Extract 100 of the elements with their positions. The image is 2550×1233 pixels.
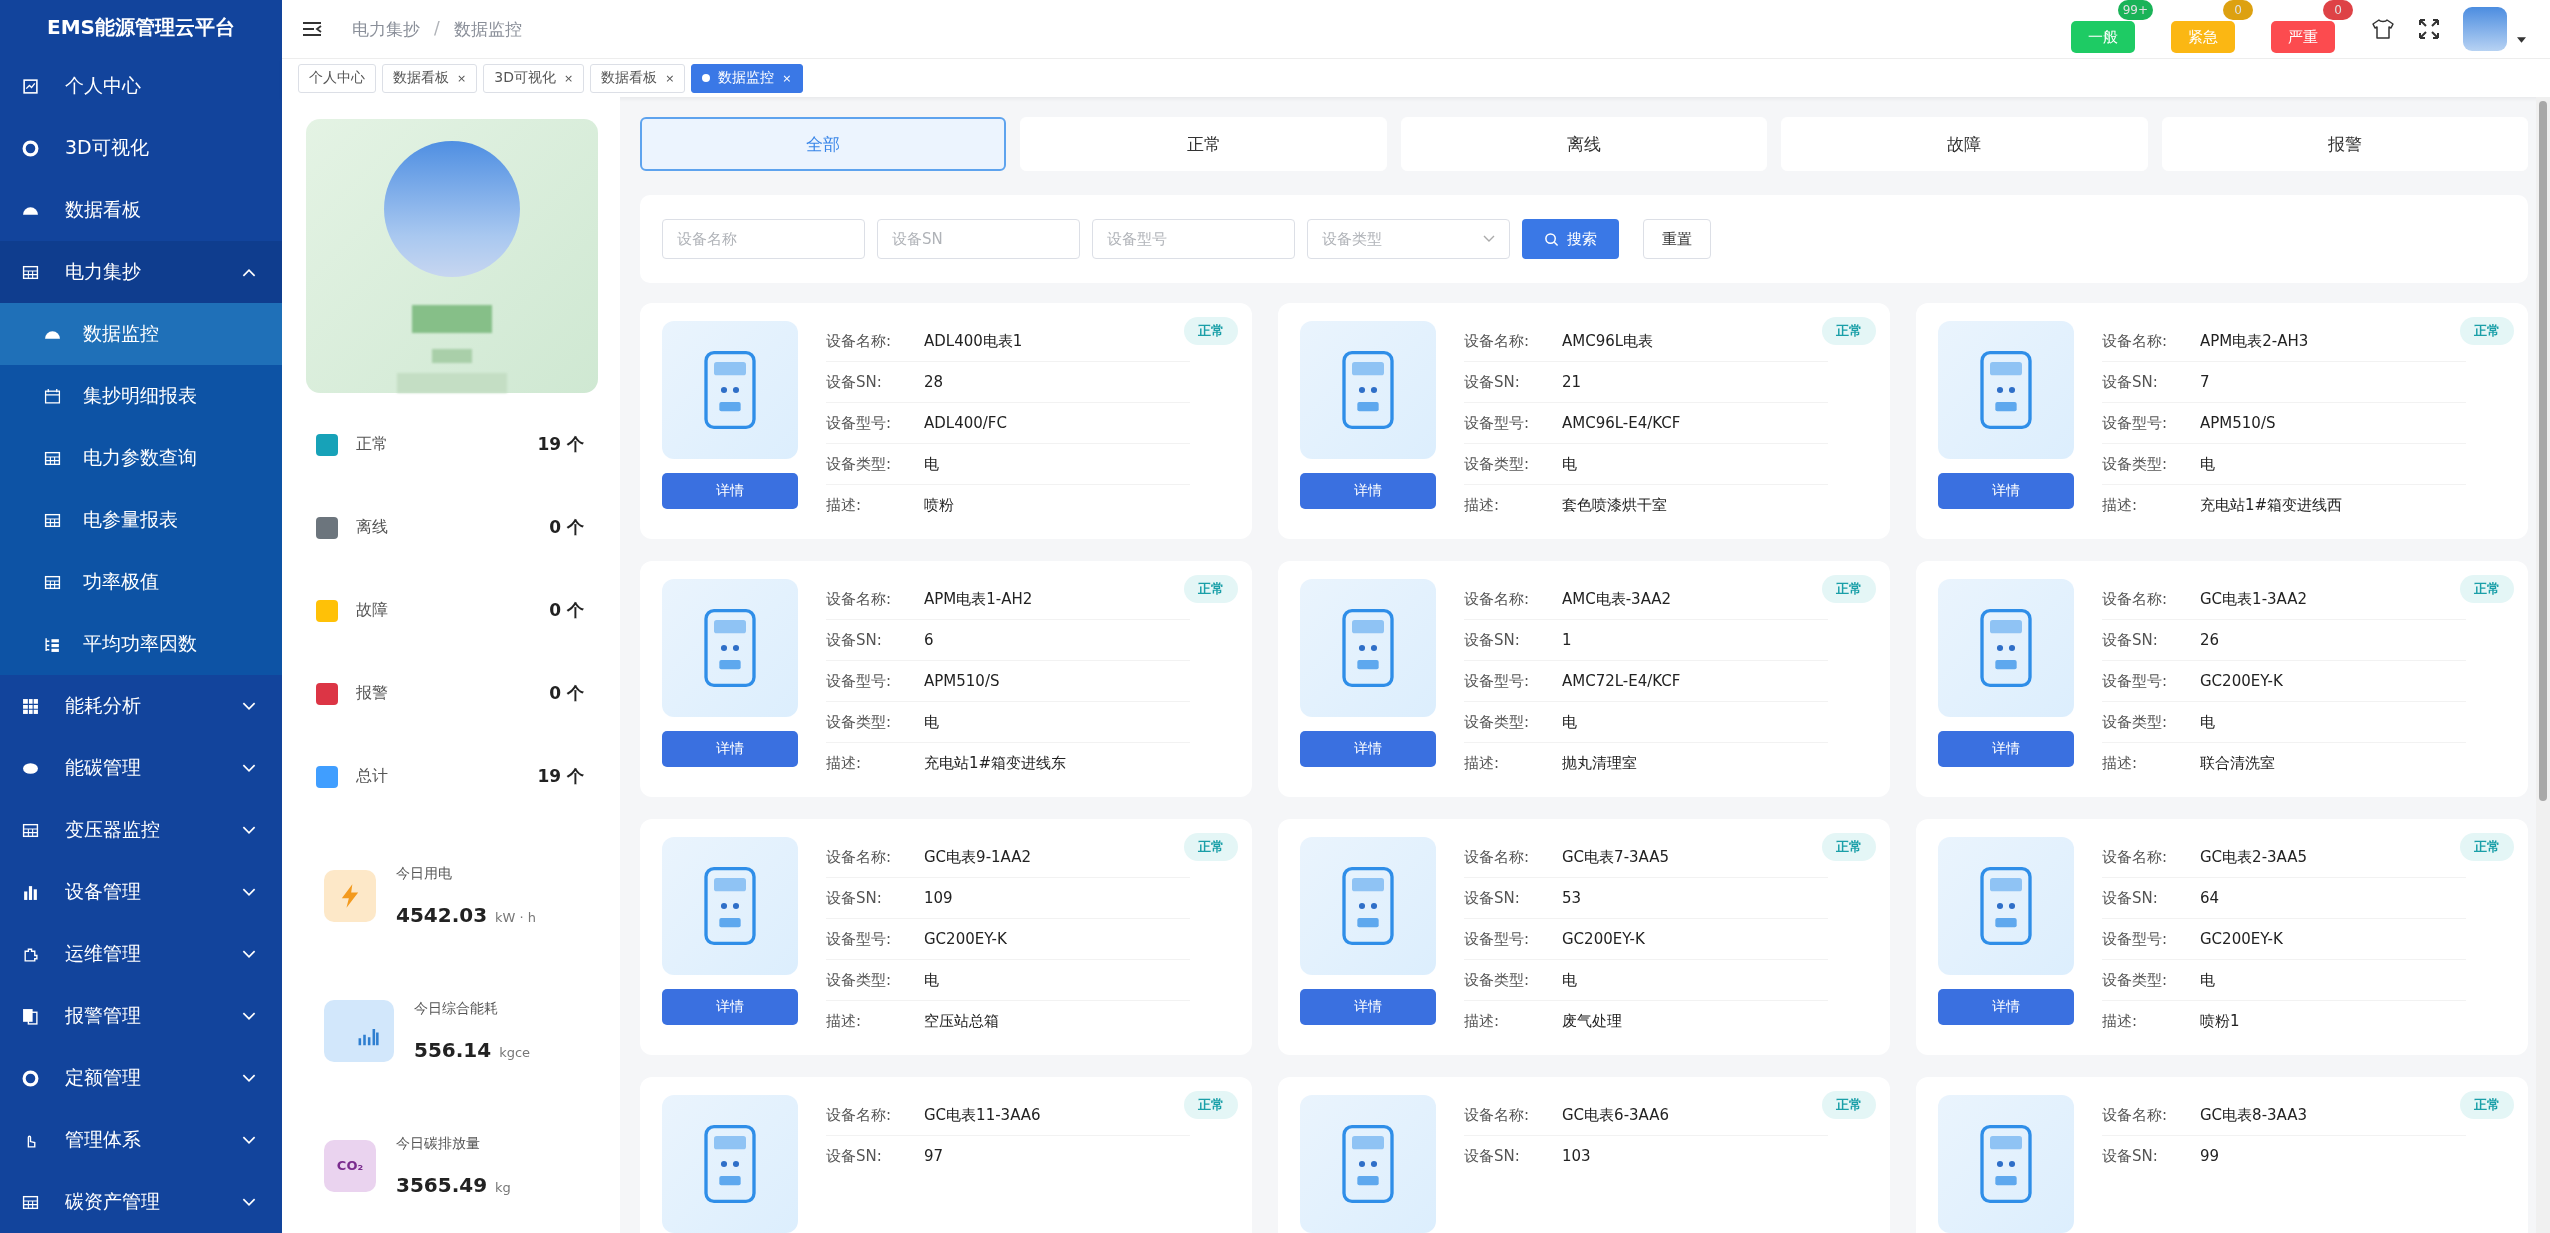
details-button[interactable]: 详情: [1300, 731, 1436, 767]
menu-icon[interactable]: [302, 21, 322, 37]
fullscreen-icon[interactable]: [2417, 17, 2441, 41]
page-tab[interactable]: 个人中心: [298, 63, 376, 93]
shirt-icon[interactable]: [2371, 17, 2395, 41]
text-field[interactable]: 设备型号: [1092, 219, 1295, 259]
table-icon: [22, 1193, 39, 1211]
details-button[interactable]: 详情: [662, 731, 798, 767]
field-value: AMC96L-E4/KCF: [1562, 414, 1681, 432]
field-label: 设备SN:: [1464, 888, 1521, 908]
sidebar-item[interactable]: 碳资产管理: [0, 1171, 282, 1233]
sidebar-item[interactable]: 电力集抄: [0, 241, 282, 303]
active-dot-icon: [702, 74, 711, 82]
lightning-icon: [324, 869, 376, 922]
close-tab-button[interactable]: ×: [563, 71, 574, 85]
field-value: 21: [1562, 373, 1582, 391]
sidebar-item[interactable]: 能碳管理: [0, 737, 282, 799]
search-icon: [1544, 231, 1559, 247]
field-value: 充电站1#箱变进线西: [2200, 495, 2343, 515]
details-button[interactable]: 详情: [1938, 731, 2074, 767]
count-badge: 99+: [2117, 0, 2153, 20]
text-field[interactable]: 设备名称: [662, 219, 865, 259]
meter-icon: [1341, 1124, 1395, 1204]
scrollbar[interactable]: [2536, 97, 2550, 1233]
sidebar-subitem[interactable]: 电力参数查询: [0, 427, 282, 489]
details-button[interactable]: 详情: [1300, 989, 1436, 1025]
field-value: 28: [924, 373, 944, 391]
status-filter-tab[interactable]: 离线: [1400, 117, 1768, 171]
caret-icon[interactable]: [2517, 37, 2526, 43]
sidebar-item[interactable]: 能耗分析: [0, 675, 282, 737]
details-button[interactable]: 详情: [1938, 473, 2074, 509]
chevron-down-icon: [242, 701, 256, 711]
field-value: 电: [2200, 454, 2215, 474]
sidebar-subitem[interactable]: 集抄明细报表: [0, 365, 282, 427]
status-filter-tab[interactable]: 正常: [1020, 117, 1387, 171]
field-value: AMC72L-E4/KCF: [1562, 672, 1681, 690]
energy-unit: kgce: [499, 1044, 531, 1060]
page-tab[interactable]: 数据看板 ×: [590, 63, 686, 93]
sidebar-item[interactable]: 报警管理: [0, 985, 282, 1047]
breadcrumb-separator: /: [434, 17, 440, 40]
text-field[interactable]: 设备SN: [877, 219, 1080, 259]
sidebar-item[interactable]: 管理体系: [0, 1109, 282, 1171]
close-tab-button[interactable]: ×: [782, 71, 792, 85]
sidebar-item[interactable]: 运维管理: [0, 923, 282, 985]
chevron-down-icon: [242, 1197, 256, 1207]
sidebar-item[interactable]: 定额管理: [0, 1047, 282, 1109]
field-value: 套色喷漆烘干室: [1562, 495, 1667, 515]
ring-icon: [22, 1069, 39, 1087]
page-tab[interactable]: 数据看板 ×: [382, 63, 478, 93]
close-tab-button[interactable]: ×: [457, 71, 467, 85]
sidebar-subitem[interactable]: 电参量报表: [0, 489, 282, 551]
avatar-photo-placeholder[interactable]: [2463, 7, 2507, 51]
meter-icon: [703, 1124, 757, 1204]
sidebar-item[interactable]: 3D可视化: [0, 117, 282, 179]
field-label: 设备型号:: [2102, 413, 2169, 433]
field-label: 设备名称:: [1464, 331, 1531, 351]
meter-icon: [1979, 350, 2033, 430]
field-value: GC电表6-3AA6: [1562, 1105, 1670, 1125]
status-tag: 正常: [1822, 833, 1876, 861]
field-label: 设备SN:: [826, 630, 883, 650]
field-label: 设备类型:: [2102, 712, 2169, 732]
sidebar-item[interactable]: 个人中心: [0, 55, 282, 117]
page-tab[interactable]: 3D可视化 ×: [483, 63, 585, 93]
energy-value: 556.14: [414, 1037, 492, 1062]
field-label: 设备SN:: [1464, 1146, 1521, 1166]
details-button[interactable]: 详情: [662, 473, 798, 509]
energy-unit: kg: [495, 1179, 511, 1195]
field-value: 电: [924, 712, 939, 732]
field-value: 7: [2200, 373, 2210, 391]
page-tab[interactable]: 数据监控 ×: [691, 63, 803, 93]
details-button[interactable]: 详情: [1300, 473, 1436, 509]
field-value: GC200EY-K: [2200, 930, 2283, 948]
field-value: GC电表8-3AA3: [2200, 1105, 2308, 1125]
status-tag: 正常: [2460, 575, 2514, 603]
sidebar-item[interactable]: 数据看板: [0, 179, 282, 241]
status-filter-tab[interactable]: 报警: [2161, 117, 2528, 171]
sidebar-subitem[interactable]: 功率极值: [0, 551, 282, 613]
field-value: GC电表9-1AA2: [924, 847, 1032, 867]
field-value: APM电表1-AH2: [924, 589, 1033, 609]
field-label: 描述:: [826, 753, 863, 773]
field-label: 设备型号:: [826, 671, 893, 691]
sidebar-item[interactable]: 变压器监控: [0, 799, 282, 861]
search-button[interactable]: 搜索: [1522, 219, 1619, 259]
sidebar-subitem[interactable]: 数据监控: [0, 303, 282, 365]
sidebar-subitem[interactable]: 平均功率因数: [0, 613, 282, 675]
field-value: 联合清洗室: [2200, 753, 2275, 773]
close-tab-button[interactable]: ×: [665, 71, 675, 85]
chevron-down-icon: [242, 887, 256, 897]
field-label: 描述:: [2102, 495, 2139, 515]
status-filter-tab[interactable]: 故障: [1781, 117, 2148, 171]
reset-button[interactable]: 重置: [1643, 219, 1711, 259]
status-tag: 正常: [1822, 1091, 1876, 1119]
stat-label: 报警: [356, 683, 389, 704]
field-value: 53: [1562, 889, 1582, 907]
field-label: 设备SN:: [826, 372, 883, 392]
field-label: 设备SN:: [826, 1146, 883, 1166]
sidebar-item[interactable]: 设备管理: [0, 861, 282, 923]
details-button[interactable]: 详情: [1938, 989, 2074, 1025]
details-button[interactable]: 详情: [662, 989, 798, 1025]
field-value: ADL400/FC: [924, 414, 1007, 432]
